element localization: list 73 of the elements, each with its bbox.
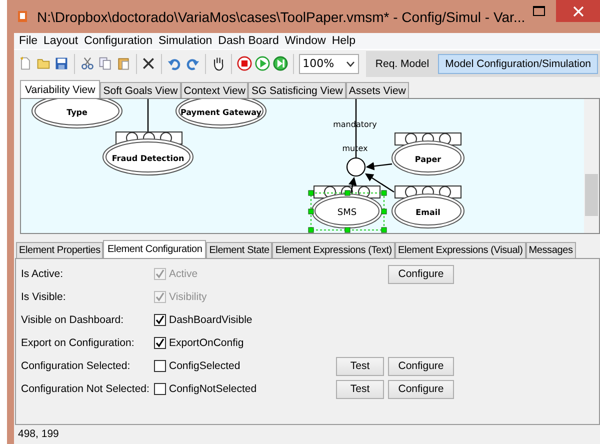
cut-icon[interactable] [80,55,95,72]
checkbox[interactable]: ConfigNotSelected [154,383,336,396]
play-step-icon[interactable] [272,55,288,72]
vertical-scrollbar[interactable] [584,98,599,233]
checkbox[interactable]: DashBoardVisible [154,314,336,326]
stop-icon[interactable] [236,55,252,72]
configure-button[interactable]: Configure [388,356,454,376]
panel-tab[interactable]: Element Expressions (Visual) [394,242,526,258]
view-tab[interactable]: SG Satisficing View [248,82,346,98]
feature-node[interactable] [392,193,464,228]
feature-node[interactable] [32,98,122,128]
connector-arrow [365,173,394,192]
checkbox: Active [154,268,336,280]
mode-button[interactable]: Model Configuration/Simulation [438,54,598,74]
zoom-dropdown[interactable]: 100% [298,54,360,74]
close-icon [572,6,584,16]
feature-label: Fraud Detection [112,154,184,163]
feature-node[interactable] [176,98,266,128]
configure-button[interactable]: Configure [388,380,454,399]
check-mark-icon [155,269,165,280]
view-tab[interactable]: Soft Goals View [100,82,181,98]
panel-tab[interactable]: Element Expressions (Text) [272,242,395,258]
panel-tab[interactable]: Messages [526,242,576,258]
copy-icon[interactable] [98,55,113,72]
panel-tab[interactable]: Element State [206,242,272,258]
status-text: 498, 199 [17,427,60,442]
feature-label: Payment Gateway [180,108,262,117]
checkbox[interactable]: ExportOnConfig [154,337,336,350]
field-label: Is Visible: [21,291,67,304]
caret-icon [346,60,356,67]
field-label: Export on Configuration: [21,337,136,350]
test-button[interactable]: Test [336,380,384,399]
window-title: N:\Dropbox\doctorado\VariaMos\cases\ToolPaper.vmsm* - Config/Simul - Var... [37,8,526,26]
menu-item[interactable]: Dash Board [215,34,282,47]
scroll-thumb[interactable] [585,174,598,216]
checkbox: Visibility [154,291,336,304]
mode-button[interactable]: Req. Model [368,54,436,74]
panel-tab[interactable]: Element Configuration [103,240,206,258]
play-icon[interactable] [254,55,270,72]
connector-line [147,98,149,132]
menu-item[interactable]: Simulation [155,34,216,47]
field-label: Configuration Not Selected: [21,383,150,396]
view-tab[interactable]: Context View [180,82,248,98]
connector-arrow [348,176,357,193]
menu-item[interactable]: Layout [40,34,82,47]
menu-item[interactable]: Help [328,34,358,47]
menu-item[interactable]: Configuration [81,34,156,47]
menu-item[interactable]: Window [282,34,329,47]
feature-label: SMS [337,208,357,218]
test-button[interactable]: Test [336,356,384,376]
check-mark-icon [155,315,165,326]
new-file-icon[interactable] [18,55,33,72]
group-connector[interactable] [346,157,366,176]
check-mark-icon [155,292,165,302]
maximize-icon [533,6,545,16]
check-mark-icon [155,338,165,348]
close-button[interactable] [556,0,600,22]
feature-label: Type [66,108,88,117]
field-label: Configuration Selected: [21,360,132,372]
feature-node[interactable] [102,138,194,176]
feature-node[interactable] [392,140,464,176]
menu-item[interactable]: File [16,34,41,47]
paste-icon[interactable] [116,55,131,72]
connector-line [355,98,357,158]
view-tab[interactable]: Assets View [346,82,409,98]
checkbox[interactable]: ConfigSelected [154,360,336,372]
field-label: Visible on Dashboard: [21,314,125,326]
feature-label: Email [416,208,440,217]
connector-arrow [366,162,392,170]
panel-tab[interactable]: Element Properties [16,242,104,258]
view-tab[interactable]: Variability View [20,80,100,98]
feature-label: Paper [414,154,442,164]
field-label: Is Active: [21,268,64,280]
